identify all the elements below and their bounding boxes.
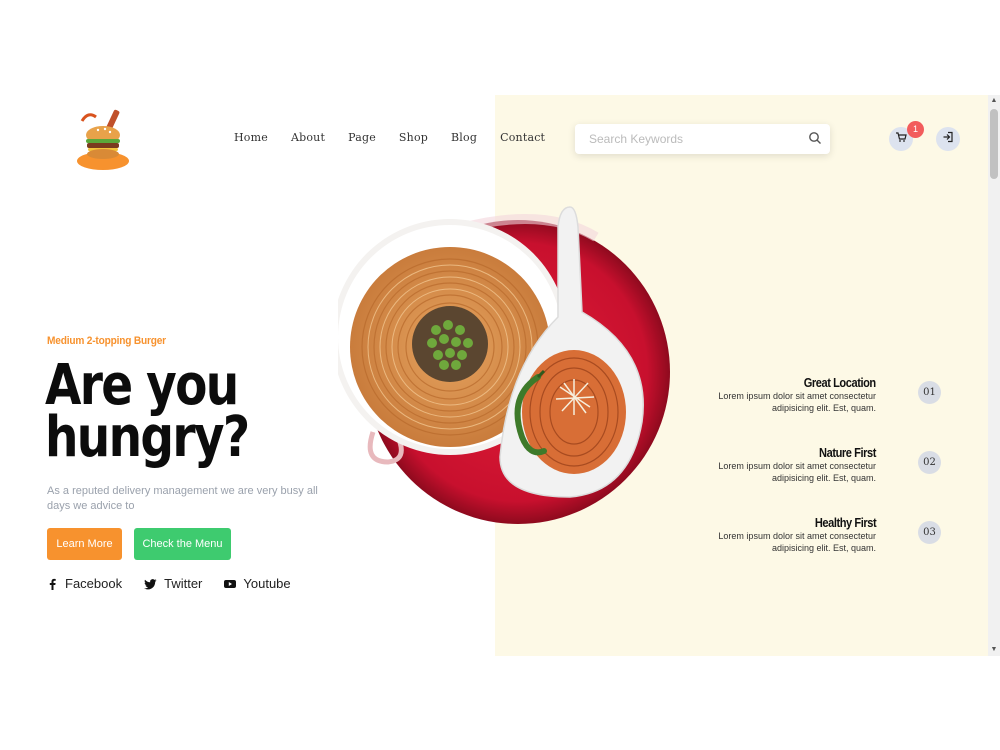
feature-number: 01 [918,381,941,404]
social-links: Facebook Twitter Youtube [47,576,291,591]
nav-about[interactable]: About [291,131,325,144]
social-facebook[interactable]: Facebook [47,576,122,591]
twitter-label: Twitter [164,576,203,591]
feature-text: Lorem ipsum dolor sit amet consectetur a… [718,461,876,483]
burger-logo[interactable] [72,105,134,173]
youtube-icon [224,579,237,588]
feature-number: 02 [918,451,941,474]
twitter-icon [144,578,157,589]
feature-healthy-first: Healthy First Lorem ipsum dolor sit amet… [700,515,950,555]
pasta-dish-image [332,187,674,539]
feature-title: Nature First [819,445,876,460]
hero-subtitle: Medium 2-topping Burger [47,335,166,347]
youtube-label: Youtube [243,576,291,591]
search-box [575,124,830,154]
check-menu-button[interactable]: Check the Menu [134,528,231,560]
scroll-down-arrow-icon[interactable]: ▼ [988,644,1000,656]
learn-more-button[interactable]: Learn More [47,528,122,560]
feature-title: Great Location [803,375,876,390]
cart-count-badge: 1 [907,121,924,138]
scrollbar-thumb[interactable] [990,109,998,179]
nav-home[interactable]: Home [234,131,268,144]
vertical-scrollbar[interactable]: ▲ ▼ [988,95,1000,656]
main-nav: Home About Page Shop Blog Contact [234,131,568,144]
landing-page: Home About Page Shop Blog Contact 1 Medi… [0,95,1000,656]
feature-text: Lorem ipsum dolor sit amet consectetur a… [718,391,876,413]
headline-line-2: hungry? [45,405,250,470]
search-input[interactable] [589,132,789,146]
social-twitter[interactable]: Twitter [144,576,202,591]
feature-nature-first: Nature First Lorem ipsum dolor sit amet … [700,445,950,485]
feature-number: 03 [918,521,941,544]
scroll-up-arrow-icon[interactable]: ▲ [988,95,1000,107]
feature-title: Healthy First [814,515,877,530]
nav-contact[interactable]: Contact [500,131,545,144]
facebook-label: Facebook [65,576,123,591]
cart-icon [895,130,907,148]
feature-text: Lorem ipsum dolor sit amet consectetur a… [718,531,876,553]
feature-great-location: Great Location Lorem ipsum dolor sit ame… [700,375,950,415]
nav-blog[interactable]: Blog [451,131,477,144]
facebook-icon [49,578,56,590]
search-icon[interactable] [808,131,822,145]
login-icon [942,130,954,148]
login-button[interactable] [936,127,960,151]
nav-page[interactable]: Page [348,131,376,144]
nav-shop[interactable]: Shop [399,131,428,144]
hero-headline: Are you hungry? [45,358,297,470]
social-youtube[interactable]: Youtube [224,576,291,591]
hero-description: As a reputed delivery management we are … [47,485,318,512]
